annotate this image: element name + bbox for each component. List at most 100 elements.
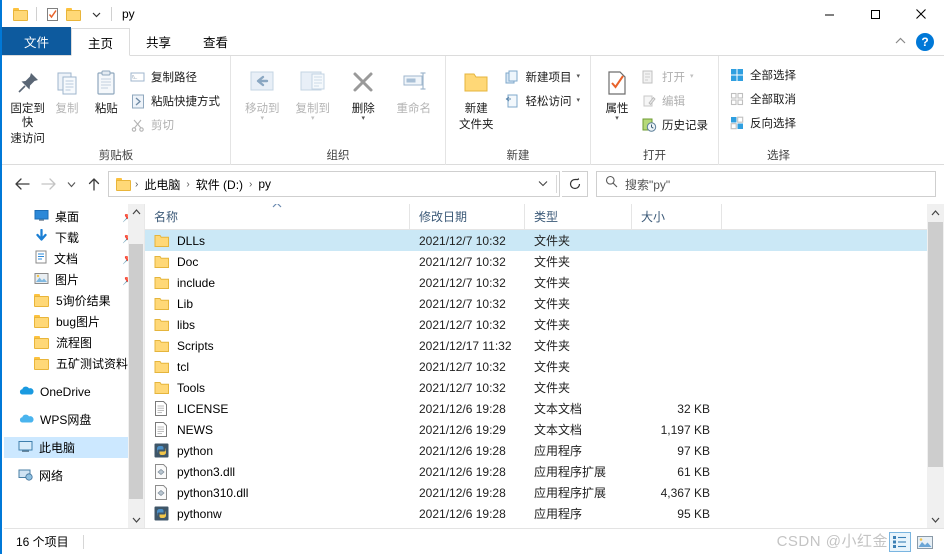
invert-selection-button[interactable]: 反向选择 [725, 112, 800, 134]
column-header-date[interactable]: 修改日期 [410, 204, 525, 230]
file-size-cell [632, 377, 722, 398]
table-row[interactable]: python3.dll 2021/12/6 19:28 应用程序扩展 61 KB [145, 461, 944, 482]
select-all-button[interactable]: 全部选择 [725, 64, 800, 86]
group-label-clipboard: 剪贴板 [98, 150, 134, 162]
column-header-type[interactable]: 类型 [525, 204, 632, 230]
pin-to-quick-access-button[interactable]: 固定到快 速访问 [8, 60, 47, 146]
table-row[interactable]: tcl 2021/12/7 10:32 文件夹 [145, 356, 944, 377]
history-button[interactable]: 历史记录 [637, 114, 712, 136]
sidebar-item-folder-4[interactable]: 五矿测试资料 [4, 353, 144, 374]
table-row[interactable]: Tools 2021/12/7 10:32 文件夹 [145, 377, 944, 398]
properties-icon[interactable] [41, 3, 63, 25]
maximize-button[interactable] [852, 0, 898, 28]
sidebar-item-downloads[interactable]: 下载 📌 [4, 227, 144, 248]
table-row[interactable]: pythonw 2021/12/6 19:28 应用程序 95 KB [145, 503, 944, 524]
chevron-down-icon[interactable]: ▾ [615, 115, 619, 122]
table-row[interactable]: python 2021/12/6 19:28 应用程序 97 KB [145, 440, 944, 461]
address-bar[interactable]: › 此电脑 › 软件 (D:) › py [108, 171, 560, 197]
move-to-button[interactable]: 移动到 ▾ [237, 60, 288, 122]
up-button[interactable] [82, 171, 106, 197]
chevron-down-icon[interactable]: ▾ [311, 115, 315, 122]
rename-button[interactable]: 重命名 [389, 60, 440, 116]
sidebar-item-folder-3[interactable]: 流程图 [4, 332, 144, 353]
scrollbar-thumb[interactable] [129, 244, 143, 499]
scrollbar-thumb[interactable] [928, 222, 943, 467]
select-none-button[interactable]: 全部取消 [725, 88, 800, 110]
back-button[interactable] [10, 171, 34, 197]
file-name-label: LICENSE [177, 401, 229, 416]
breadcrumb-item-this-pc[interactable]: 此电脑 [139, 176, 185, 193]
table-row[interactable]: include 2021/12/7 10:32 文件夹 [145, 272, 944, 293]
table-row[interactable]: LICENSE 2021/12/6 19:28 文本文档 32 KB [145, 398, 944, 419]
copy-button[interactable]: 复制 [47, 60, 86, 116]
tab-file[interactable]: 文件 [2, 27, 72, 55]
paste-shortcut-button[interactable]: 粘贴快捷方式 [126, 90, 224, 112]
sidebar-item-network[interactable]: 网络 [4, 465, 144, 486]
scroll-down-icon[interactable] [927, 511, 944, 528]
copy-to-button[interactable]: 复制到 ▾ [288, 60, 339, 122]
customize-dropdown-icon[interactable] [85, 3, 107, 25]
details-view-icon[interactable] [889, 532, 911, 552]
file-type-cell: 应用程序 [534, 507, 583, 521]
sidebar-item-documents[interactable]: 文档 📌 [4, 248, 144, 269]
chevron-down-icon[interactable]: ▾ [576, 97, 580, 104]
new-folder-icon[interactable] [63, 3, 85, 25]
copy-path-button[interactable]: \\.. 复制路径 [126, 66, 224, 88]
folder-icon[interactable] [114, 177, 134, 191]
table-row[interactable]: python310.dll 2021/12/6 19:28 应用程序扩展 4,367 … [145, 482, 944, 503]
table-row[interactable]: Lib 2021/12/7 10:32 文件夹 [145, 293, 944, 314]
chevron-down-icon[interactable]: ▾ [576, 73, 580, 80]
breadcrumb-item-py[interactable]: py [253, 177, 276, 191]
sidebar-item-folder-2[interactable]: bug图片 [4, 311, 144, 332]
sidebar-item-desktop[interactable]: 桌面 📌 [4, 206, 144, 227]
table-row[interactable]: NEWS 2021/12/6 19:29 文本文档 1,197 KB [145, 419, 944, 440]
properties-button[interactable]: 属性 ▾ [597, 60, 637, 122]
scroll-up-icon[interactable] [927, 204, 944, 221]
search-input[interactable]: 搜索"py" [596, 171, 936, 197]
scroll-down-icon[interactable] [132, 512, 141, 528]
sidebar-item-wps-cloud[interactable]: WPS网盘 [4, 409, 144, 430]
thumbnail-view-icon[interactable] [914, 532, 936, 552]
help-button[interactable]: ? [916, 33, 934, 51]
paste-button[interactable]: 粘贴 [87, 60, 126, 116]
new-item-button[interactable]: 新建项目 ▾ [500, 66, 584, 88]
table-row[interactable]: Scripts 2021/12/17 11:32 文件夹 [145, 335, 944, 356]
sidebar-scrollbar[interactable] [128, 204, 144, 528]
column-header-size[interactable]: 大小 [632, 204, 722, 230]
delete-button[interactable]: 删除 ▾ [338, 60, 389, 122]
tab-view[interactable]: 查看 [187, 27, 244, 55]
edit-button[interactable]: 编辑 [637, 90, 712, 112]
refresh-button[interactable] [562, 171, 588, 197]
minimize-button[interactable] [806, 0, 852, 28]
forward-button[interactable] [36, 171, 60, 197]
chevron-down-icon[interactable]: ▾ [690, 73, 694, 80]
sidebar-item-onedrive[interactable]: OneDrive [4, 381, 144, 402]
tab-home[interactable]: 主页 [71, 28, 131, 56]
open-button[interactable]: 打开 ▾ [637, 66, 712, 88]
paste-label: 粘贴 [94, 103, 118, 115]
file-list-scrollbar[interactable] [927, 204, 944, 528]
file-name-cell: include [145, 272, 410, 293]
collapse-ribbon-button[interactable] [891, 36, 910, 48]
close-button[interactable] [898, 0, 944, 28]
sidebar-item-folder-1[interactable]: 5询价结果 [4, 290, 144, 311]
scroll-up-icon[interactable] [132, 204, 141, 220]
new-folder-button[interactable]: 新建 文件夹 [452, 60, 500, 132]
tab-share[interactable]: 共享 [130, 27, 187, 55]
easy-access-button[interactable]: 轻松访问 ▾ [500, 90, 584, 112]
address-dropdown-icon[interactable] [530, 179, 556, 190]
chevron-down-icon[interactable]: ▾ [361, 115, 365, 122]
folder-icon [154, 318, 170, 332]
folder-icon[interactable] [10, 3, 32, 25]
sidebar-item-this-pc[interactable]: 此电脑 [4, 437, 144, 458]
table-row[interactable]: DLLs 2021/12/7 10:32 文件夹 [145, 230, 944, 251]
chevron-down-icon[interactable]: ▾ [260, 115, 264, 122]
column-header-name[interactable]: 名称 [145, 204, 410, 230]
cut-button[interactable]: 剪切 [126, 114, 224, 136]
breadcrumb-item-drive-d[interactable]: 软件 (D:) [191, 176, 248, 193]
table-row[interactable]: libs 2021/12/7 10:32 文件夹 [145, 314, 944, 335]
sidebar-item-pictures[interactable]: 图片 📌 [4, 269, 144, 290]
table-row[interactable]: Doc 2021/12/7 10:32 文件夹 [145, 251, 944, 272]
recent-locations-button[interactable] [62, 171, 80, 197]
